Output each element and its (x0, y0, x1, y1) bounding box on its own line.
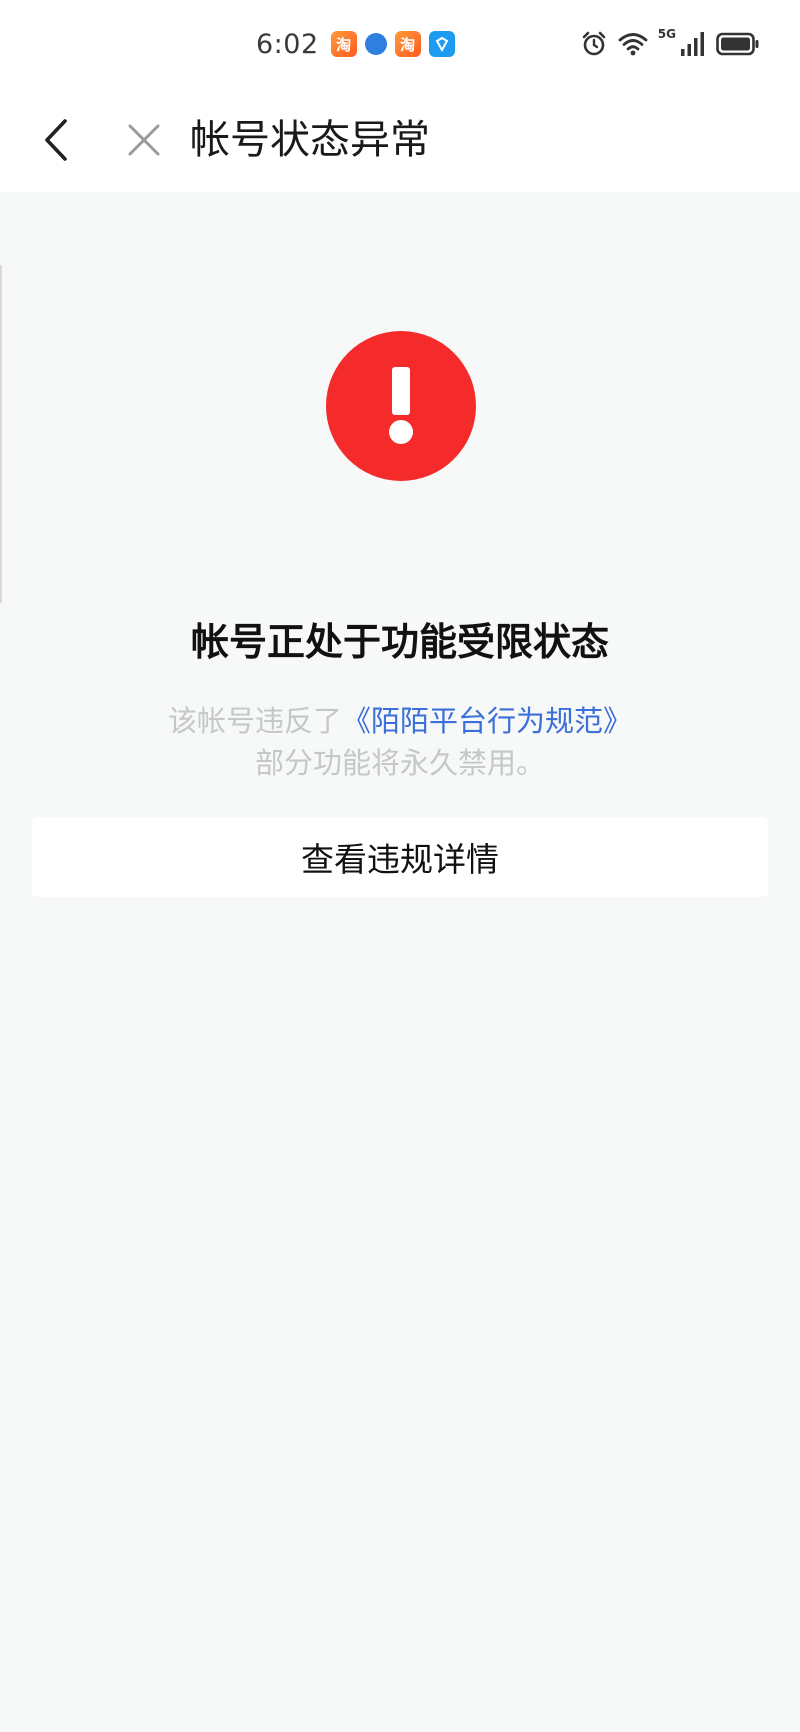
description-line-1: 该帐号违反了《陌陌平台行为规范》 (0, 700, 800, 742)
battery-icon (716, 32, 760, 56)
warning-exclamation-icon (326, 331, 476, 481)
description-prefix: 该帐号违反了 (167, 704, 342, 738)
taobao-icon: 淘 (394, 31, 421, 57)
restriction-description: 该帐号违反了《陌陌平台行为规范》 部分功能将永久禁用。 (0, 700, 800, 784)
status-right: 5G (580, 27, 760, 60)
alipay-icon (428, 31, 455, 57)
restriction-headline: 帐号正处于功能受限状态 (190, 620, 609, 664)
network-label: 5G (657, 27, 676, 41)
browser-ball-icon (364, 33, 387, 55)
back-button[interactable] (28, 110, 84, 170)
nav-bar: 帐号状态异常 (0, 88, 800, 192)
status-center: 6:02 淘 淘 (256, 26, 455, 62)
page-title: 帐号状态异常 (190, 117, 430, 163)
alarm-clock-icon (580, 30, 608, 58)
status-bar: 6:02 淘 淘 5G (0, 0, 800, 88)
close-button[interactable] (114, 110, 174, 170)
view-violation-details-button[interactable]: 查看违规详情 (32, 817, 768, 897)
chevron-left-icon (45, 119, 67, 161)
platform-rules-link[interactable]: 《陌陌平台行为规范》 (342, 704, 632, 738)
status-time: 6:02 (256, 28, 319, 60)
close-icon (128, 124, 160, 156)
wifi-icon (618, 31, 648, 57)
left-edge-divider (0, 265, 2, 603)
taobao-icon: 淘 (330, 31, 357, 57)
cellular-signal-icon (680, 31, 706, 57)
description-line-2: 部分功能将永久禁用。 (254, 746, 545, 780)
